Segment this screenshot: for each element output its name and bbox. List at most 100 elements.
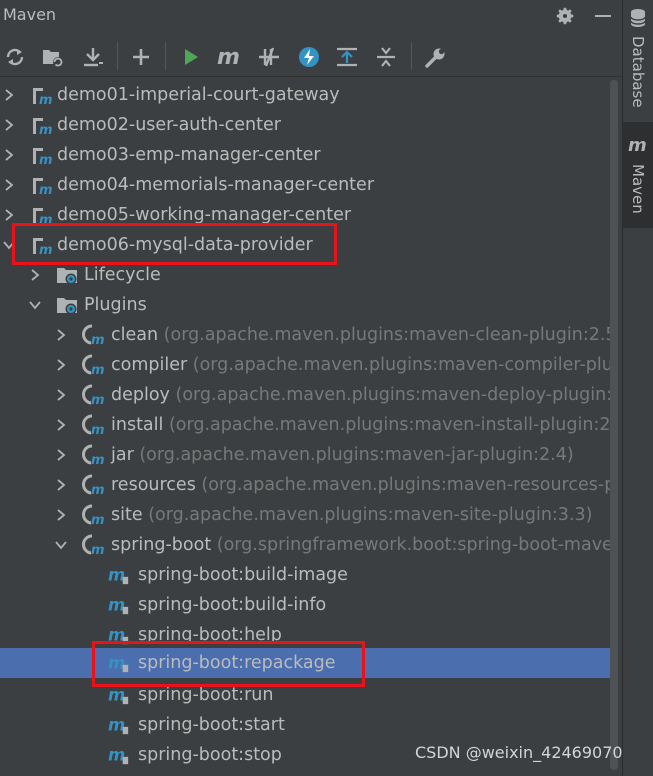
- minimize-icon[interactable]: [595, 15, 611, 17]
- maven-module-icon: m: [33, 118, 52, 136]
- plugin-node[interactable]: m clean (org.apache.maven.plugins:maven-…: [0, 320, 610, 350]
- plugin-node[interactable]: m resources (org.apache.maven.plugins:ma…: [0, 470, 610, 500]
- maven-plugin-icon: m: [82, 444, 104, 466]
- plugin-node[interactable]: m site (org.apache.maven.plugins:maven-s…: [0, 500, 610, 530]
- maven-tool-window: Maven m m demo01-imperial-court-gateway …: [0, 0, 653, 776]
- database-tab[interactable]: Database: [623, 0, 653, 118]
- plugin-artifact: (org.apache.maven.plugins:maven-compiler…: [192, 355, 610, 375]
- svg-text:m: m: [91, 513, 104, 526]
- project-node[interactable]: m demo01-imperial-court-gateway: [0, 80, 610, 110]
- run-icon[interactable]: [178, 44, 204, 70]
- gear-icon[interactable]: [554, 5, 576, 27]
- reload-icon[interactable]: [2, 44, 28, 70]
- svg-text:m: m: [91, 333, 104, 346]
- toolbar-divider: [0, 76, 622, 77]
- download-sources-icon[interactable]: [80, 44, 106, 70]
- goal-node[interactable]: m spring-boot:build-image: [0, 560, 610, 590]
- svg-text:m: m: [39, 123, 52, 136]
- maven-toolbar: m: [0, 38, 622, 76]
- skip-tests-icon[interactable]: [296, 44, 322, 70]
- folder-gear-icon: [57, 268, 77, 285]
- plugin-label: spring-boot (org.springframework.boot:sp…: [111, 534, 610, 556]
- chevron-down-icon[interactable]: [28, 298, 42, 312]
- add-icon[interactable]: [128, 44, 154, 70]
- chevron-right-icon[interactable]: [2, 148, 16, 162]
- plugin-artifact: (org.apache.maven.plugins:maven-site-plu…: [148, 505, 593, 525]
- watermark-text: CSDN @weixin_42469070: [415, 743, 623, 762]
- maven-plugin-icon: m: [82, 474, 104, 496]
- goal-node[interactable]: m spring-boot:start: [0, 710, 610, 740]
- chevron-right-icon[interactable]: [2, 88, 16, 102]
- project-node[interactable]: m demo03-emp-manager-center: [0, 140, 610, 170]
- svg-text:m: m: [108, 716, 125, 735]
- chevron-right-icon[interactable]: [54, 478, 68, 492]
- chevron-right-icon[interactable]: [54, 448, 68, 462]
- toggle-offline-icon[interactable]: [256, 44, 282, 70]
- svg-text:m: m: [91, 453, 104, 466]
- project-label: demo03-emp-manager-center: [57, 145, 321, 165]
- svg-text:m: m: [628, 136, 647, 154]
- plugin-name: install: [111, 415, 164, 435]
- plugins-node[interactable]: Plugins: [0, 290, 610, 320]
- execute-maven-goal-icon[interactable]: m: [217, 44, 243, 70]
- project-label: demo02-user-auth-center: [57, 115, 281, 135]
- svg-text:m: m: [108, 686, 125, 705]
- add-maven-projects-icon[interactable]: [40, 44, 66, 70]
- plugin-node[interactable]: m compiler (org.apache.maven.plugins:mav…: [0, 350, 610, 380]
- plugin-name: clean: [111, 325, 159, 345]
- goal-label: spring-boot:stop: [138, 745, 282, 765]
- highlight-box-goal: [92, 641, 365, 687]
- goal-node[interactable]: m spring-boot:build-info: [0, 590, 610, 620]
- tool-window-header: Maven: [0, 0, 622, 32]
- plugin-node[interactable]: m spring-boot (org.springframework.boot:…: [0, 530, 610, 560]
- tool-window-title: Maven: [3, 5, 57, 24]
- svg-text:m: m: [91, 543, 104, 556]
- goal-label: spring-boot:build-info: [138, 595, 327, 615]
- plugin-name: resources: [111, 475, 196, 495]
- project-label: demo01-imperial-court-gateway: [57, 85, 340, 105]
- plugin-artifact: (org.apache.maven.plugins:maven-jar-plug…: [139, 445, 574, 465]
- chevron-right-icon[interactable]: [54, 358, 68, 372]
- maven-goal-icon: m: [108, 686, 129, 705]
- chevron-right-icon[interactable]: [54, 328, 68, 342]
- plugin-name: compiler: [111, 355, 188, 375]
- chevron-right-icon[interactable]: [2, 178, 16, 192]
- maven-plugin-icon: m: [82, 354, 104, 376]
- chevron-right-icon[interactable]: [2, 208, 16, 222]
- plugin-label: install (org.apache.maven.plugins:maven-…: [111, 414, 610, 436]
- plugin-node[interactable]: m deploy (org.apache.maven.plugins:maven…: [0, 380, 610, 410]
- plugin-label: jar (org.apache.maven.plugins:maven-jar-…: [111, 444, 574, 466]
- chevron-right-icon[interactable]: [54, 508, 68, 522]
- maven-plugin-icon: m: [82, 324, 104, 346]
- plugin-label: deploy (org.apache.maven.plugins:maven-d…: [111, 384, 610, 406]
- database-icon: [630, 9, 646, 27]
- plugin-artifact: (org.apache.maven.plugins:maven-deploy-p…: [175, 385, 611, 405]
- goal-label: spring-boot:start: [138, 715, 285, 735]
- maven-goal-icon: m: [108, 566, 129, 585]
- maven-tab[interactable]: m Maven: [623, 122, 653, 228]
- svg-text:m: m: [91, 363, 104, 376]
- svg-text:m: m: [217, 46, 240, 68]
- plugin-name: deploy: [111, 385, 170, 405]
- plugin-node[interactable]: m jar (org.apache.maven.plugins:maven-ja…: [0, 440, 610, 470]
- toolbar-separator: [165, 42, 166, 70]
- plugin-node[interactable]: m install (org.apache.maven.plugins:mave…: [0, 410, 610, 440]
- chevron-right-icon[interactable]: [54, 388, 68, 402]
- chevron-right-icon[interactable]: [2, 118, 16, 132]
- project-node[interactable]: m demo04-memorials-manager-center: [0, 170, 610, 200]
- show-dependencies-icon[interactable]: [334, 44, 360, 70]
- tree-scrollbar[interactable]: [610, 80, 618, 770]
- goal-label: spring-boot:run: [138, 685, 274, 705]
- svg-text:m: m: [91, 483, 104, 496]
- settings-wrench-icon[interactable]: [423, 44, 449, 70]
- collapse-all-icon[interactable]: [373, 44, 399, 70]
- svg-text:m: m: [108, 566, 125, 585]
- project-node[interactable]: m demo02-user-auth-center: [0, 110, 610, 140]
- chevron-right-icon[interactable]: [28, 268, 42, 282]
- plugin-label: resources (org.apache.maven.plugins:mave…: [111, 474, 610, 496]
- chevron-right-icon[interactable]: [54, 418, 68, 432]
- right-tool-strip: Database m Maven: [622, 0, 653, 776]
- goal-label: spring-boot:build-image: [138, 565, 348, 585]
- chevron-down-icon[interactable]: [54, 538, 68, 552]
- svg-text:m: m: [39, 93, 52, 106]
